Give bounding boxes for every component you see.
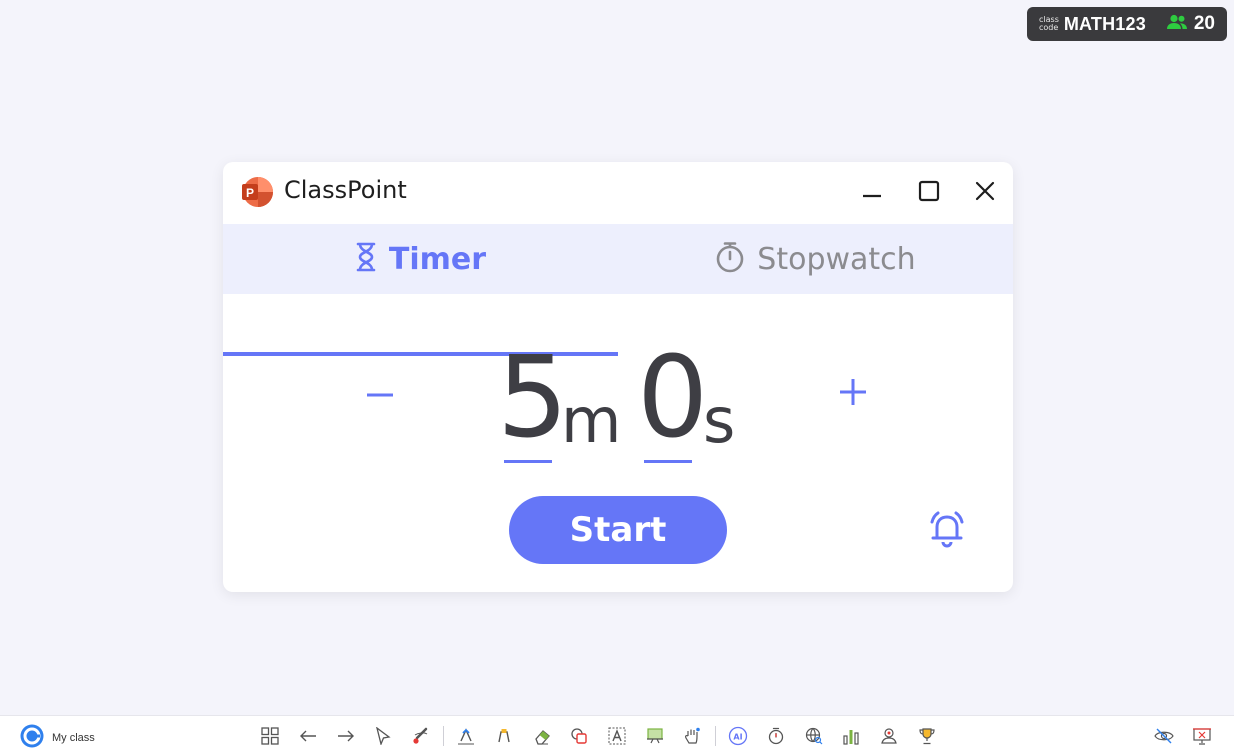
my-class-button[interactable]: My class (20, 724, 95, 752)
sound-toggle-button[interactable] (923, 507, 971, 555)
hourglass-icon (355, 242, 377, 276)
pointer-icon[interactable] (372, 725, 394, 747)
svg-text:AI: AI (733, 733, 742, 742)
svg-text:P: P (246, 186, 254, 200)
timer-window: P ClassPoint Timer Stopwatch 5 m 0 s Sta… (223, 162, 1013, 592)
seconds-underline (644, 460, 692, 463)
arrow-left-icon[interactable] (297, 725, 319, 747)
class-code-caption: class code (1039, 16, 1059, 32)
classpoint-logo-icon (20, 724, 44, 752)
class-code-caption-line2: code (1039, 23, 1059, 32)
minutes-underline (504, 460, 552, 463)
arrow-right-icon[interactable] (335, 725, 357, 747)
minutes-value[interactable]: 5 (497, 342, 568, 454)
shapes-icon[interactable] (568, 725, 590, 747)
tab-stopwatch-label: Stopwatch (757, 241, 916, 277)
web-search-icon[interactable] (803, 725, 825, 747)
tab-stopwatch[interactable]: Stopwatch (618, 224, 1013, 294)
my-class-label: My class (52, 732, 95, 744)
presentation-stage: class code MATH123 20 P ClassPoint Timer… (0, 0, 1234, 755)
tab-timer-label: Timer (388, 241, 487, 277)
end-slideshow-icon[interactable] (1191, 725, 1213, 747)
timer-icon[interactable] (765, 725, 787, 747)
window-titlebar[interactable]: P ClassPoint (223, 162, 1013, 224)
eraser-icon[interactable] (531, 725, 553, 747)
grid-icon[interactable] (259, 725, 281, 747)
increment-button[interactable] (823, 364, 883, 424)
textbox-icon[interactable] (606, 725, 628, 747)
whiteboard-icon[interactable] (644, 725, 666, 747)
window-title: ClassPoint (284, 176, 407, 204)
trophy-icon[interactable] (916, 725, 938, 747)
ai-icon[interactable]: AI (727, 725, 749, 747)
laser-pen-icon[interactable] (410, 725, 432, 747)
mode-tabs: Timer Stopwatch (223, 224, 1013, 356)
highlighter-icon[interactable] (493, 725, 515, 747)
class-code-badge[interactable]: class code MATH123 20 (1027, 7, 1227, 41)
chart-icon[interactable] (840, 725, 862, 747)
participants: 20 (1166, 13, 1215, 35)
stopwatch-icon (715, 241, 745, 277)
bottom-toolbar: My class AI (0, 715, 1234, 755)
minimize-icon (862, 181, 882, 205)
hand-icon[interactable] (681, 725, 703, 747)
class-code: MATH123 (1063, 13, 1146, 34)
start-button[interactable]: Start (509, 496, 727, 564)
seconds-unit: s (703, 384, 736, 457)
close-button[interactable] (968, 176, 1002, 210)
decrement-button[interactable] (350, 362, 410, 422)
minutes-unit: m (561, 384, 622, 457)
toolbar-divider (443, 726, 444, 746)
powerpoint-icon: P (241, 176, 273, 208)
close-icon (975, 181, 995, 205)
participant-count: 20 (1193, 13, 1215, 34)
plus-icon (838, 377, 868, 411)
bell-icon (927, 509, 967, 553)
seconds-value[interactable]: 0 (637, 342, 708, 454)
minimize-button[interactable] (855, 176, 889, 210)
maximize-button[interactable] (912, 176, 946, 210)
toolbar-divider (715, 726, 716, 746)
name-picker-icon[interactable] (878, 725, 900, 747)
tab-timer[interactable]: Timer (223, 224, 618, 294)
minus-icon (365, 383, 395, 402)
hide-icon[interactable] (1153, 725, 1175, 747)
pen-icon[interactable] (455, 725, 477, 747)
maximize-icon (918, 180, 940, 206)
people-icon (1166, 14, 1188, 34)
